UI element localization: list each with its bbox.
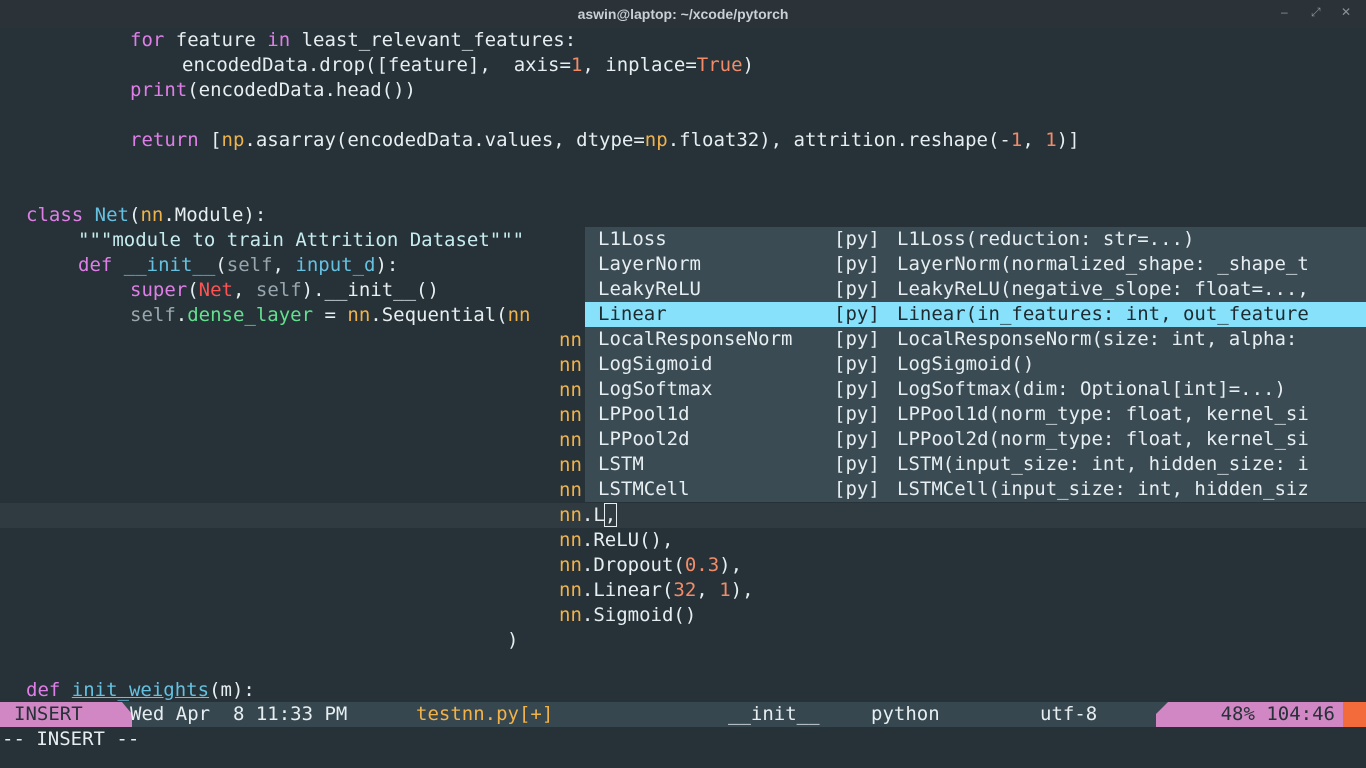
code-line: nn.Sigmoid() — [559, 604, 697, 626]
code-line: def init_weights(m): — [26, 679, 255, 701]
code-line: for feature in least_relevant_features: — [130, 29, 577, 51]
code-line: nn.Linear(32, 1), — [559, 579, 754, 601]
code-line: nn.ReLU(), — [559, 529, 674, 551]
clock: Wed Apr 8 11:33 PM — [130, 703, 348, 725]
completion-item[interactable]: LSTM [py] LSTM(input_size: int, hidden_siz… — [585, 452, 1366, 477]
completion-item[interactable]: LPPool1d [py] LPPool1d(norm_type: float, k… — [585, 402, 1366, 427]
vim-statusline: INSERT Wed Apr 8 11:33 PM testnn.py[+] _… — [0, 702, 1366, 727]
completion-item[interactable]: LPPool2d [py] LPPool2d(norm_type: float, k… — [585, 427, 1366, 452]
completion-item[interactable]: LayerNorm [py] LayerNorm(normalized_shape:… — [585, 252, 1366, 277]
command-line[interactable]: -- INSERT -- — [0, 727, 1366, 768]
mode-indicator: INSERT — [0, 702, 122, 727]
completion-item[interactable]: L1Loss [py] L1Loss(reduction: str=...) — [585, 227, 1366, 252]
cursor-position: 48% 104:46 — [1168, 702, 1343, 727]
current-line[interactable]: nn.L, — [0, 503, 1366, 528]
code-line: encodedData.drop([feature], axis=1, inpl… — [182, 54, 754, 76]
code-line: return [np.asarray(encodedData.values, d… — [130, 129, 1080, 151]
completion-item[interactable]: LogSigmoid [py] LogSigmoid() — [585, 352, 1366, 377]
completion-popup[interactable]: L1Loss [py] L1Loss(reduction: str=...) Lay… — [585, 227, 1366, 502]
code-line: nn.Dropout(0.3), — [559, 554, 743, 576]
completion-item[interactable]: LeakyReLU [py] LeakyReLU(negative_slope: f… — [585, 277, 1366, 302]
restore-button[interactable]: ⤢ — [1311, 5, 1321, 20]
current-function: __init__ — [728, 703, 820, 725]
filetype: python — [871, 703, 940, 725]
file-encoding: utf-8 — [1040, 703, 1098, 725]
completion-item[interactable]: LocalResponseNorm [py] LocalResponseNorm(s… — [585, 327, 1366, 352]
window-titlebar: aswin@laptop: ~/xcode/pytorch – ⤢ ✕ — [0, 0, 1366, 28]
code-line: print(encodedData.head()) — [130, 79, 416, 101]
completion-item[interactable]: LogSoftmax [py] LogSoftmax(dim: Optional[i… — [585, 377, 1366, 402]
completion-item-selected[interactable]: Linear [py] Linear(in_features: int, out_f… — [585, 302, 1366, 327]
minimize-button[interactable]: – — [1281, 5, 1288, 19]
close-button[interactable]: ✕ — [1341, 5, 1351, 19]
window-title: aswin@laptop: ~/xcode/pytorch — [577, 6, 789, 22]
python-icon — [961, 702, 1021, 727]
text-cursor: , — [603, 503, 618, 527]
warning-segment — [1343, 702, 1366, 727]
file-name: testnn.py[+] — [416, 703, 554, 725]
completion-item[interactable]: LSTMCell [py] LSTMCell(input_size: int, hi… — [585, 477, 1366, 502]
code-line: ) — [507, 629, 519, 651]
code-line: class Net(nn.Module): — [26, 204, 267, 226]
position-separator — [1156, 702, 1168, 727]
